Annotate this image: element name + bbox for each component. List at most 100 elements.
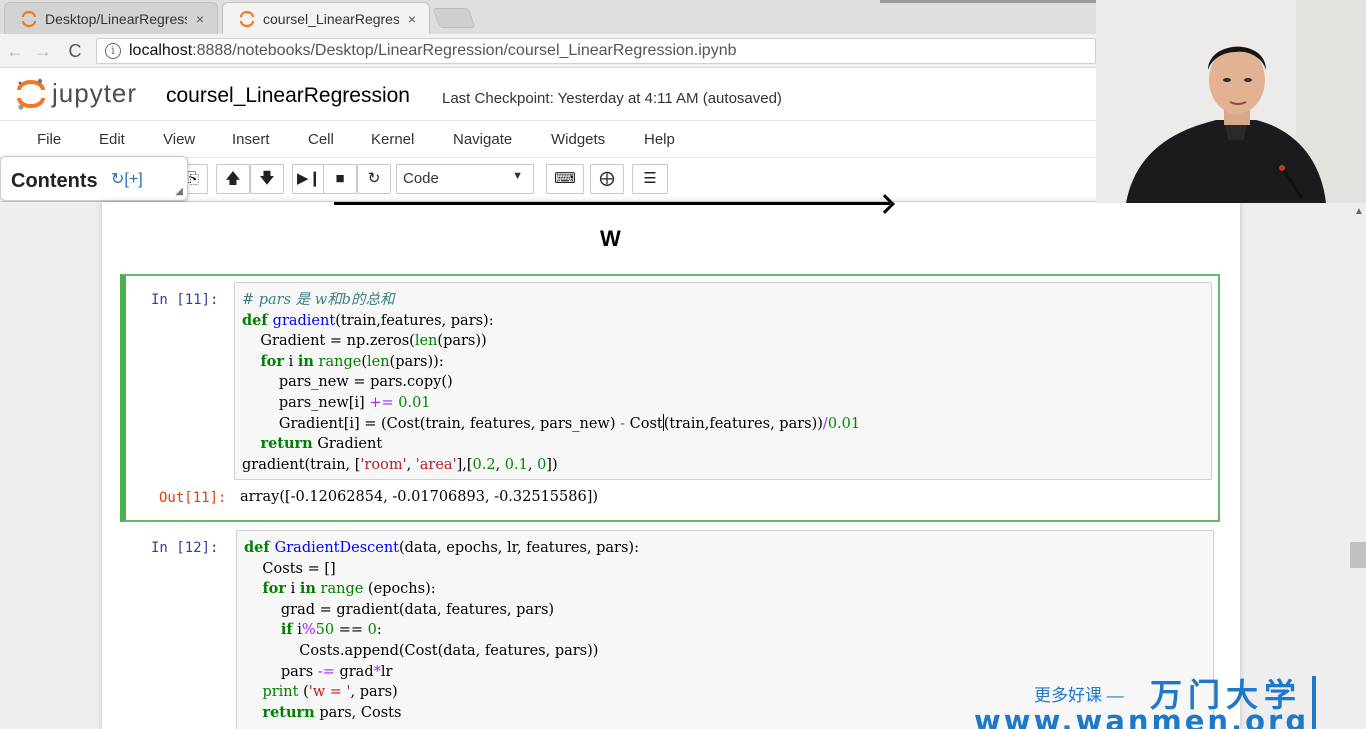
menu-widgets[interactable]: Widgets — [551, 131, 605, 148]
diagram-arrow — [334, 202, 890, 205]
resize-grip-icon[interactable]: ◢ — [175, 186, 183, 197]
code-token: GradientDescent — [274, 540, 399, 556]
scroll-up-icon[interactable]: ▲ — [1354, 206, 1364, 217]
code-token: return — [262, 703, 315, 721]
code-token: , — [527, 456, 538, 473]
code-line: # pars 是 w和b的总和 — [242, 290, 1211, 311]
code-token: return — [260, 435, 313, 453]
move-down-icon[interactable]: 🡇 — [250, 164, 284, 194]
code-token: (pars)): — [389, 353, 444, 370]
code-line: if i%50 == 0: — [244, 620, 1213, 641]
code-token: i — [292, 622, 302, 639]
notebook-page: W In [11]: # pars 是 w和b的总和 def gradient(t… — [102, 194, 1240, 729]
restart-icon[interactable]: ↻ — [357, 164, 391, 194]
code-token: (train,features, pars)) — [663, 415, 823, 432]
code-token: i — [284, 353, 298, 370]
input-prompt: In [12]: — [151, 540, 219, 556]
crosshair-icon[interactable]: ⨁ — [590, 164, 624, 194]
code-token: in — [299, 580, 316, 598]
code-token: def — [242, 311, 273, 329]
checkpoint-status: Last Checkpoint: Yesterday at 4:11 AM (a… — [442, 90, 782, 107]
code-line: def GradientDescent(data, epochs, lr, fe… — [244, 538, 1213, 559]
reload-icon[interactable]: C — [64, 40, 86, 62]
code-line: gradient(train, ['room', 'area'],[0.2, 0… — [242, 455, 1211, 476]
code-line: def gradient(train,features, pars): — [242, 311, 1211, 332]
tab-close-icon[interactable]: × — [193, 11, 207, 27]
watermark-slogan: 更多好课 — — [1034, 686, 1124, 705]
code-token: gradient(train, [ — [242, 456, 361, 473]
webcam-video — [1096, 0, 1366, 203]
move-up-icon[interactable]: 🡅 — [216, 164, 250, 194]
tab-title: Desktop/LinearRegress — [45, 10, 187, 27]
presenter-image — [1096, 0, 1366, 203]
code-token: grad — [334, 663, 374, 680]
url-field[interactable]: i localhost:8888/notebooks/Desktop/Linea… — [96, 38, 1096, 64]
browser-tab-desktop[interactable]: Desktop/LinearRegress × — [4, 2, 218, 34]
code-token: Costs.append(Cost(data, features, pars)) — [244, 642, 599, 659]
code-token: # pars 是 w和b的总和 — [242, 292, 395, 308]
code-line: for i in range (epochs): — [244, 579, 1213, 600]
watermark-bar — [1312, 676, 1316, 729]
menu-cell[interactable]: Cell — [308, 131, 334, 148]
back-arrow-icon[interactable]: ← — [4, 40, 26, 62]
url-path: :8888/notebooks/Desktop/LinearRegression… — [192, 42, 737, 59]
menu-navigate[interactable]: Navigate — [453, 131, 512, 148]
code-line: Gradient = np.zeros(len(pars)) — [242, 331, 1211, 352]
code-token: pars_new = pars.copy() — [242, 374, 453, 391]
jupyter-logo-icon[interactable] — [16, 77, 46, 111]
code-token: 0 — [537, 456, 547, 473]
input-prompt: In [11]: — [151, 292, 219, 308]
output-text: array([-0.12062854, -0.01706893, -0.3251… — [240, 489, 599, 505]
menu-help[interactable]: Help — [644, 131, 675, 148]
browser-tab-notebook[interactable]: coursel_LinearRegressi × — [222, 2, 430, 34]
tab-close-icon[interactable]: × — [405, 11, 419, 27]
code-line: Gradient[i] = (Cost(train, features, par… — [242, 413, 1211, 435]
code-token: (data, epochs, lr, features, pars): — [399, 540, 639, 556]
code-token: 0.1 — [504, 456, 528, 473]
menu-file[interactable]: File — [37, 131, 61, 148]
code-token: 'area' — [415, 456, 457, 473]
menu-kernel[interactable]: Kernel — [371, 131, 414, 148]
run-cell-icon[interactable]: ▶❙ — [292, 164, 326, 194]
toc-panel[interactable]: Contents ↻[+] ◢ — [0, 156, 188, 201]
code-token: Gradient — [312, 436, 383, 453]
code-line: return Gradient — [242, 434, 1211, 455]
new-tab-button[interactable] — [432, 8, 476, 28]
code-token: , — [495, 456, 505, 473]
menu-view[interactable]: View — [163, 131, 195, 148]
code-token: 0.2 — [472, 456, 496, 473]
code-cell-selected[interactable]: In [11]: # pars 是 w和b的总和 def gradient(tra… — [120, 274, 1220, 522]
code-token: for — [260, 352, 284, 370]
code-token: pars — [244, 663, 318, 680]
stop-icon[interactable]: ■ — [323, 164, 357, 194]
code-token: 0.01 — [398, 394, 431, 411]
keyboard-icon[interactable]: ⌨ — [546, 164, 584, 194]
code-token: i — [286, 581, 300, 598]
cell-type-value: Code — [403, 170, 439, 187]
code-content: # pars 是 w和b的总和 def gradient(train,featur… — [235, 283, 1211, 475]
code-token: def — [244, 539, 275, 556]
code-token: 0.01 — [827, 415, 861, 432]
info-icon[interactable]: i — [105, 43, 121, 59]
menu-insert[interactable]: Insert — [232, 131, 270, 148]
notebook-site: W In [11]: # pars 是 w和b的总和 def gradient(t… — [0, 194, 1366, 729]
code-token: len — [366, 353, 390, 370]
cell-type-select[interactable]: Code ▼ — [396, 164, 534, 194]
code-token: 0 — [367, 622, 377, 639]
code-token: * — [373, 663, 381, 680]
menu-edit[interactable]: Edit — [99, 131, 125, 148]
scrollbar-thumb[interactable] — [1350, 542, 1366, 568]
screen: { "browser": { "tabs": [ {"title": "Desk… — [0, 0, 1366, 729]
forward-arrow-icon[interactable]: → — [32, 40, 54, 62]
code-token: % — [301, 622, 316, 639]
code-token: == — [334, 622, 368, 639]
code-token: print — [262, 684, 299, 701]
toc-reload-expand-icon[interactable]: ↻[+] — [111, 169, 143, 189]
url-host: localhost — [129, 42, 193, 59]
list-icon[interactable]: ☰ — [632, 164, 668, 194]
notebook-title[interactable]: coursel_LinearRegression — [166, 84, 410, 108]
code-token: += — [369, 394, 394, 411]
code-editor[interactable]: # pars 是 w和b的总和 def gradient(train,featur… — [234, 282, 1212, 480]
